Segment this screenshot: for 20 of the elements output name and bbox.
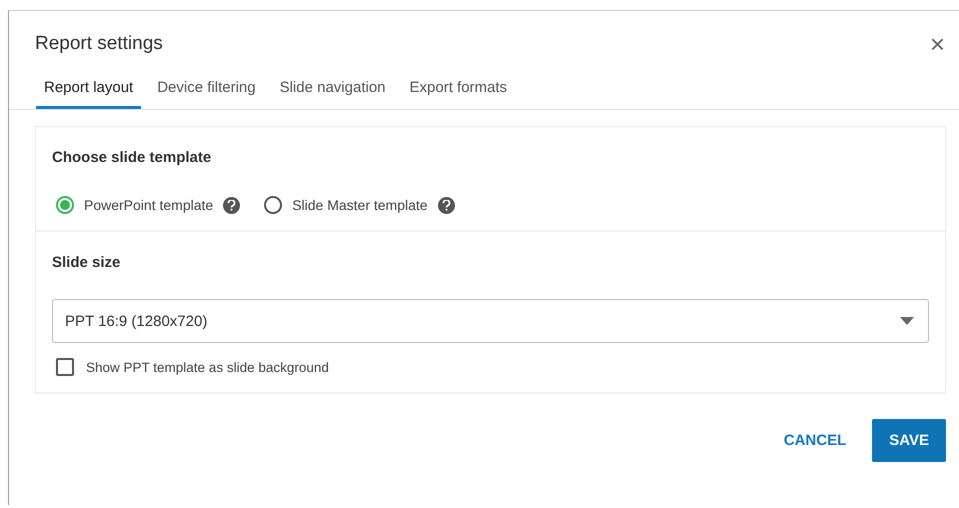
save-button[interactable]: SAVE <box>872 419 946 462</box>
tab[interactable]: Report layout <box>36 79 142 109</box>
dropdown-caret-icon <box>900 317 914 325</box>
tab[interactable]: Slide navigation <box>272 79 394 109</box>
radio-option[interactable]: PowerPoint template <box>52 196 240 214</box>
dialog-title: Report settings <box>35 33 163 55</box>
radio-label: PowerPoint template <box>84 197 214 213</box>
radio-label: Slide Master template <box>292 197 428 213</box>
help-icon[interactable] <box>223 196 240 214</box>
radio-option[interactable]: Slide Master template <box>260 196 455 214</box>
checkbox-option[interactable]: Show PPT template as slide background <box>52 358 329 376</box>
slide-size-select[interactable]: PPT 16:9 (1280x720) <box>52 299 929 343</box>
tab[interactable]: Export formats <box>402 79 516 109</box>
section-heading: Choose slide template <box>52 149 212 166</box>
section-heading: Slide size <box>52 254 122 271</box>
cancel-button[interactable]: CANCEL <box>784 419 846 462</box>
checkbox-label: Show PPT template as slide background <box>86 360 329 374</box>
help-icon[interactable] <box>438 196 455 214</box>
tab[interactable]: Device filtering <box>149 79 264 109</box>
close-button[interactable]: × <box>926 31 949 57</box>
